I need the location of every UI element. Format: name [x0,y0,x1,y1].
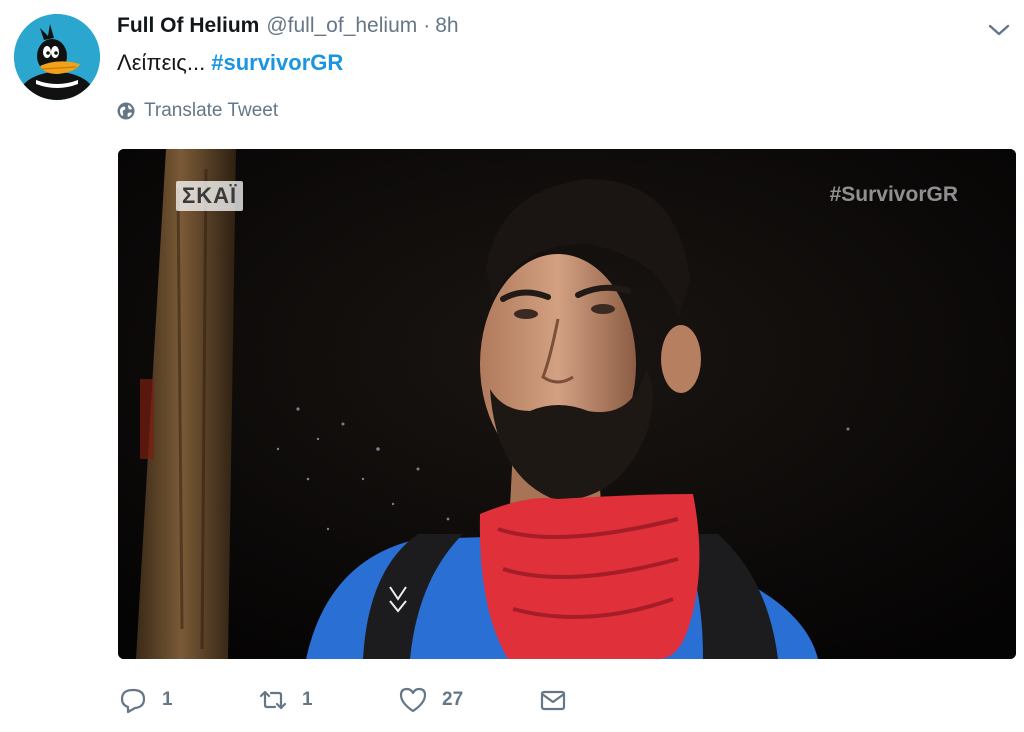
retweet-button[interactable]: 1 [258,685,398,715]
direct-message-button[interactable] [538,685,678,715]
reply-count: 1 [162,689,173,710]
reply-icon [120,688,146,714]
tweet: Full Of Helium @full_of_helium · 8h Λείπ… [0,0,1024,732]
tweet-body-text: Λείπεις... [117,50,206,75]
hashtag-link[interactable]: #survivorGR [211,50,343,75]
tweet-media-image[interactable]: ΣΚΑΪ #SurvivorGR [118,149,1016,659]
chevron-down-icon[interactable] [986,20,1012,40]
like-button[interactable]: 27 [398,685,538,715]
channel-logo: ΣΚΑΪ [176,181,244,211]
retweet-count: 1 [302,689,313,710]
retweet-icon [259,690,287,710]
tweet-header: Full Of Helium @full_of_helium · 8h [117,14,459,44]
translate-tweet-link[interactable]: Translate Tweet [117,100,278,122]
translate-tweet-label: Translate Tweet [144,100,279,121]
envelope-icon [540,690,566,711]
separator-dot: · [423,14,431,37]
survivor-contestant-photo [118,149,1016,659]
avatar[interactable] [14,14,100,100]
author-handle[interactable]: @full_of_helium [266,14,417,38]
reply-button[interactable]: 1 [118,685,258,715]
tweet-timestamp[interactable]: 8h [435,14,458,38]
like-count: 27 [442,689,464,710]
tweet-text: Λείπεις... #survivorGR [117,50,343,76]
daffy-duck-avatar-icon [14,14,100,100]
hashtag-watermark: #SurvivorGR [829,183,958,206]
heart-icon [399,687,427,713]
author-name[interactable]: Full Of Helium [117,14,259,38]
tweet-actions: 1 1 27 [118,680,678,720]
globe-icon [117,102,135,120]
